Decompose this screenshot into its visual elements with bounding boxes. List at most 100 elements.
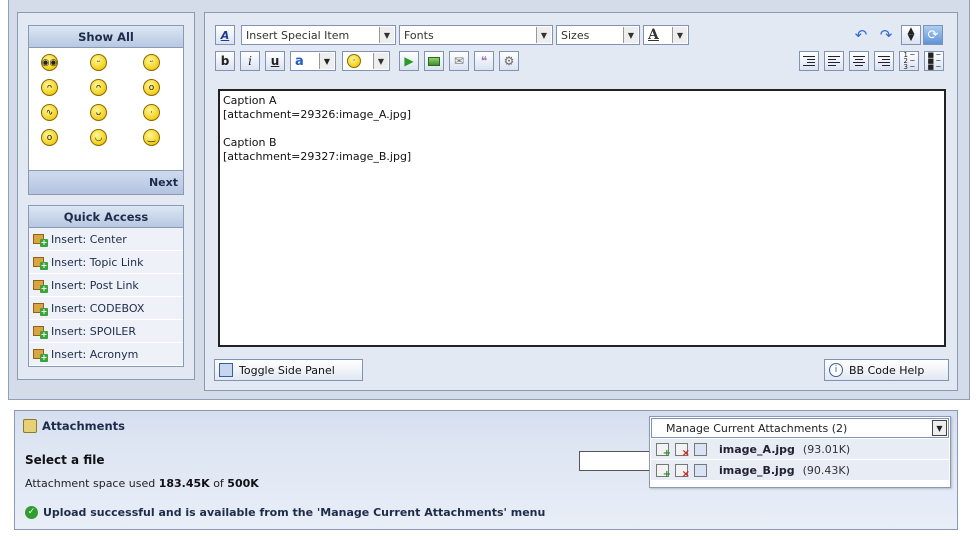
italic-button[interactable]: i [240,51,260,71]
smiley-cool-icon[interactable]: ◉◉ [41,54,58,71]
align-left-button[interactable] [824,51,844,71]
smilies-grid: ◉◉ ᵕ ᵕ ᴖ ᴖ o ∿ ᴗ · o ◡ ‿ [29,48,183,168]
emoticon-select[interactable]: ᵕ ▼ [342,51,390,71]
smiley-angry-icon[interactable]: ᴖ [41,79,58,96]
insert-quote-button[interactable]: ❝ [474,51,494,71]
insert-image-button[interactable] [424,51,444,71]
attachment-row: image_A.jpg (93.01K) [651,439,949,460]
side-panel-icon [219,363,233,377]
resize-editor-button[interactable]: ▲ ▼ [901,25,921,45]
text-color-select[interactable]: a ▼ [290,51,336,71]
smilies-next-link[interactable]: Next [29,170,183,194]
font-color-select[interactable]: A ▼ [643,25,689,45]
align-center-icon [853,56,865,66]
add-to-post-icon[interactable] [656,463,671,480]
special-item-select[interactable]: Insert Special Item ▼ [241,25,396,45]
attachment-name[interactable]: image_B.jpg [719,464,795,477]
manage-attachments-dropdown[interactable]: Manage Current Attachments (2) ▼ image_A… [649,416,951,488]
insert-link-icon: ▶ [404,54,414,68]
manage-attachments-select[interactable]: Manage Current Attachments (2) ▼ [651,418,949,438]
smiley-shocked-icon[interactable]: o [143,79,160,96]
refresh-button[interactable]: ⟳ [923,25,943,45]
smiley-surprised-icon[interactable]: o [41,129,58,146]
toggle-side-panel-button[interactable]: Toggle Side Panel [214,359,363,381]
info-icon: i [829,363,843,377]
smilies-box: Show All ◉◉ ᵕ ᵕ ᴖ ᴖ o ∿ ᴗ · o ◡ ‿ Next [28,25,184,195]
package-add-icon: + [33,347,48,362]
insert-code-icon: ⚙ [503,54,515,68]
align-right-button[interactable] [874,51,894,71]
fonts-select[interactable]: Fonts ▼ [399,25,553,45]
unordered-list-icon: ■ ─ ■ ─ ■ ─ [927,51,941,71]
smiley-happy-icon[interactable]: ◡ [90,129,107,146]
insert-quote-icon: ❝ [480,54,488,68]
file-upload-input[interactable] [579,451,659,471]
delete-attachment-icon[interactable] [675,442,690,459]
attachment-name[interactable]: image_A.jpg [719,443,795,456]
chevron-down-icon: ▼ [319,53,334,69]
package-add-icon: + [33,232,48,247]
smiley-smile-icon[interactable]: ᵕ [90,54,107,71]
smiley-neutral-icon[interactable]: ‿ [143,129,160,146]
underline-button[interactable]: u [265,51,285,71]
package-add-icon: + [33,301,48,316]
quick-access-item-center[interactable]: + Insert: Center [29,228,183,251]
package-add-icon: + [33,255,48,270]
refresh-icon: ⟳ [927,27,939,43]
redo-icon[interactable]: ↷ [876,25,896,45]
insert-email-button[interactable]: ✉ [449,51,469,71]
chevron-down-icon: ▼ [672,27,687,43]
delete-attachment-icon[interactable] [675,463,690,480]
attachment-space: Attachment space used 183.45K of 500K [25,477,259,490]
insert-link-button[interactable]: ▶ [399,51,419,71]
side-panel: Show All ◉◉ ᵕ ᵕ ᴖ ᴖ o ∿ ᴗ · o ◡ ‿ Next Q… [17,12,195,380]
chevron-down-icon: ▼ [932,420,947,436]
quick-access-item-spoiler[interactable]: + Insert: SPOILER [29,320,183,343]
attachments-header: Attachments [23,419,125,433]
quick-access-box: Quick Access + Insert: Center + Insert: To… [28,205,184,367]
chevron-down-icon: ▼ [623,27,638,43]
smiley-confused-icon[interactable]: ∿ [41,104,58,121]
indent-icon [803,56,815,66]
insert-image-icon [428,56,440,66]
smiley-grin-icon[interactable]: ᵕ [143,54,160,71]
unordered-list-button[interactable]: ■ ─ ■ ─ ■ ─ [924,51,944,71]
align-center-button[interactable] [849,51,869,71]
attachment-size: (90.43K) [802,463,850,477]
attachment-row: image_B.jpg (90.43K) [651,460,949,481]
chevron-down-icon: ▼ [373,53,388,69]
spellcheck-icon: A [220,28,230,42]
align-left-icon [828,56,840,66]
quick-access-item-topic-link[interactable]: + Insert: Topic Link [29,251,183,274]
smiley-evil-icon[interactable]: ᴗ [90,104,107,121]
bold-button[interactable]: b [215,51,235,71]
attachment-icon [23,419,37,433]
undo-icon[interactable]: ↶ [851,25,871,45]
editor-toolbar: A Insert Special Item ▼ Fonts ▼ Sizes ▼ A ▼ … [213,21,949,75]
quick-access-item-acronym[interactable]: + Insert: Acronym [29,343,183,366]
post-editor-textarea[interactable]: Caption A [attachment=29326:image_A.jpg]… [218,89,946,347]
image-file-icon [694,442,707,456]
insert-email-icon: ✉ [453,54,465,68]
insert-code-button[interactable]: ⚙ [499,51,519,71]
quick-access-title: Quick Access [29,206,183,228]
smiley-eek-icon[interactable]: · [143,104,160,121]
bbcode-help-button[interactable]: i BB Code Help [824,359,949,381]
sizes-select[interactable]: Sizes ▼ [556,25,640,45]
editor-panel: A Insert Special Item ▼ Fonts ▼ Sizes ▼ A ▼ … [204,12,958,391]
package-add-icon: + [33,278,48,293]
package-add-icon: + [33,324,48,339]
quick-access-item-codebox[interactable]: + Insert: CODEBOX [29,297,183,320]
quick-access-item-post-link[interactable]: + Insert: Post Link [29,274,183,297]
spellcheck-button[interactable]: A [215,25,235,45]
smiley-mad-icon[interactable]: ᴖ [90,79,107,96]
add-to-post-icon[interactable] [656,442,671,459]
show-all-smilies[interactable]: Show All [29,26,183,48]
indent-button[interactable] [799,51,819,71]
ordered-list-button[interactable]: 1 ─ 2 ─ 3 ─ [899,51,919,71]
ordered-list-icon: 1 ─ 2 ─ 3 ─ [903,51,915,71]
select-file-label: Select a file [25,453,105,467]
smiley-icon: ᵕ [347,54,361,68]
image-file-icon [694,463,707,477]
chevron-down-icon: ▼ [536,27,551,43]
